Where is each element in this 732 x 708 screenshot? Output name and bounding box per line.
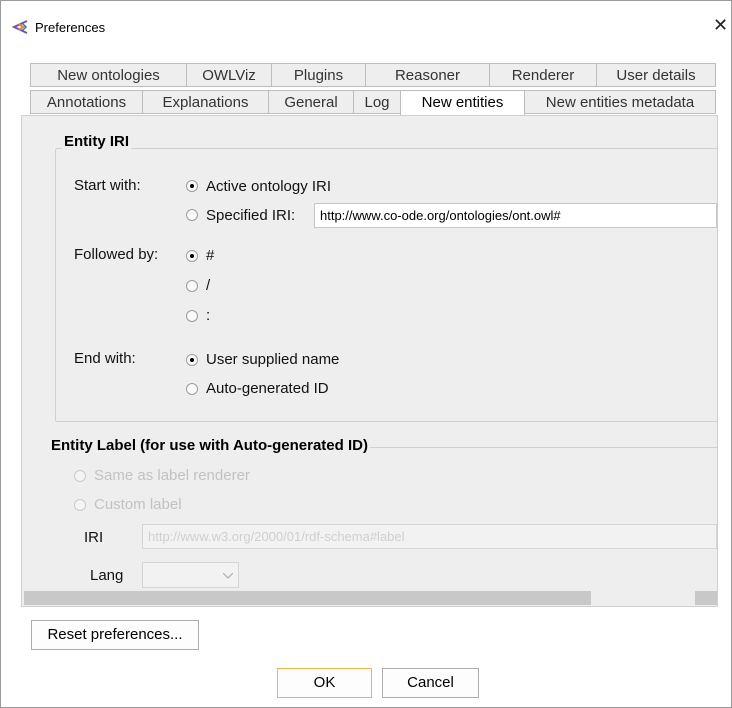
tab-annotations[interactable]: Annotations <box>30 90 143 114</box>
protege-logo-icon <box>11 20 28 34</box>
radio-specified-iri[interactable] <box>186 209 198 221</box>
lang-label: Lang <box>90 567 124 584</box>
tab-general[interactable]: General <box>268 90 354 114</box>
scrollbar-down-area[interactable] <box>717 568 718 592</box>
vertical-scrollbar[interactable] <box>717 116 718 606</box>
specified-iri-field[interactable]: http://www.co-ode.org/ontologies/ont.owl… <box>314 203 717 228</box>
radio-user-supplied-name[interactable] <box>186 354 198 366</box>
tab-owlviz[interactable]: OWLViz <box>186 63 272 87</box>
tab-renderer[interactable]: Renderer <box>489 63 597 87</box>
active-ontology-iri-label: Active ontology IRI <box>206 178 332 195</box>
vertical-scrollbar-thumb[interactable] <box>717 156 718 401</box>
scrollbar-up-area[interactable] <box>717 121 718 141</box>
close-icon[interactable]: ✕ <box>713 15 728 36</box>
radio-same-as-label-renderer[interactable] <box>74 470 86 482</box>
new-entities-panel: Entity IRI Start with: Active ontology I… <box>21 115 718 607</box>
hash-label: # <box>206 247 215 264</box>
tab-new-ontologies[interactable]: New ontologies <box>30 63 187 87</box>
end-with-label: End with: <box>74 350 136 367</box>
radio-slash[interactable] <box>186 280 198 292</box>
radio-hash[interactable] <box>186 250 198 262</box>
window-title: Preferences <box>35 20 106 35</box>
horizontal-scrollbar[interactable] <box>22 591 717 605</box>
user-supplied-name-label: User supplied name <box>206 351 340 368</box>
tab-new-entities-metadata[interactable]: New entities metadata <box>524 90 716 114</box>
tab-log[interactable]: Log <box>353 90 401 114</box>
radio-colon[interactable] <box>186 310 198 322</box>
colon-label: : <box>206 307 211 324</box>
tab-user-details[interactable]: User details <box>596 63 716 87</box>
tab-new-entities[interactable]: New entities <box>400 90 525 116</box>
auto-generated-id-label: Auto-generated ID <box>206 380 329 397</box>
followed-by-label: Followed by: <box>74 246 159 263</box>
radio-auto-generated-id[interactable] <box>186 383 198 395</box>
iri-label: IRI <box>84 529 104 546</box>
cancel-button[interactable]: Cancel <box>382 668 479 698</box>
custom-label-label: Custom label <box>94 496 182 513</box>
specified-iri-label: Specified IRI: <box>206 207 296 224</box>
slash-label: / <box>206 277 211 294</box>
label-iri-field[interactable]: http://www.w3.org/2000/01/rdf-schema#lab… <box>142 524 717 549</box>
same-as-label-renderer-label: Same as label renderer <box>94 467 250 484</box>
reset-preferences-button[interactable]: Reset preferences... <box>31 620 199 650</box>
horizontal-scrollbar-end[interactable] <box>695 591 717 605</box>
entity-iri-group <box>55 148 717 422</box>
tab-plugins[interactable]: Plugins <box>271 63 366 87</box>
start-with-label: Start with: <box>74 177 141 194</box>
entity-iri-title: Entity IRI <box>62 133 132 150</box>
title-bar: Preferences ✕ <box>1 1 731 51</box>
chevron-down-icon <box>223 573 233 579</box>
radio-active-ontology-iri[interactable] <box>186 180 198 192</box>
radio-custom-label[interactable] <box>74 499 86 511</box>
tab-explanations[interactable]: Explanations <box>142 90 269 114</box>
tab-reasoner[interactable]: Reasoner <box>365 63 490 87</box>
preferences-dialog: Preferences ✕ New ontologies OWLViz Plug… <box>0 0 732 708</box>
horizontal-scrollbar-thumb[interactable] <box>24 591 591 605</box>
entity-label-title: Entity Label (for use with Auto-generate… <box>49 437 370 454</box>
ok-button[interactable]: OK <box>277 668 372 698</box>
